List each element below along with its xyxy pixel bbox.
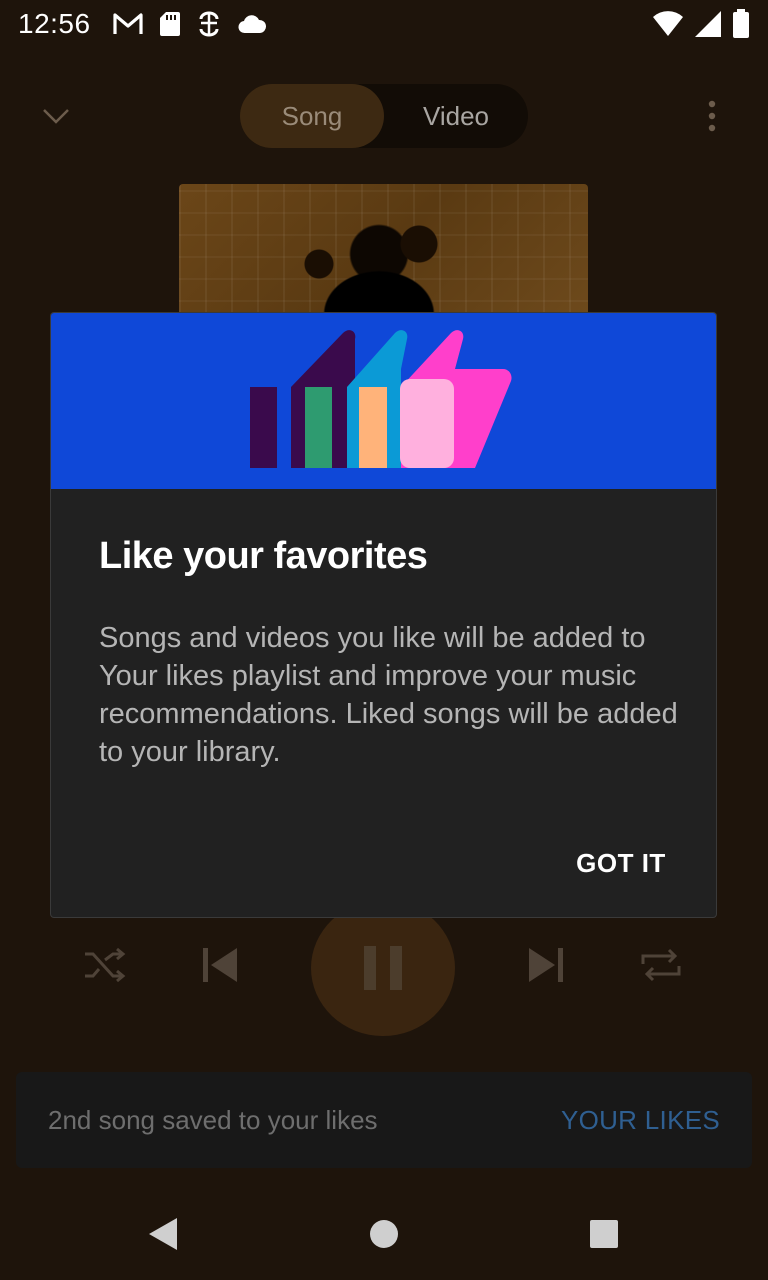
previous-button[interactable] — [196, 940, 242, 990]
repeat-button[interactable] — [636, 940, 686, 990]
home-button[interactable] — [362, 1212, 406, 1256]
more-vert-icon — [708, 100, 716, 132]
battery-icon — [732, 9, 750, 39]
gmail-icon — [112, 12, 143, 36]
recents-button[interactable] — [582, 1212, 626, 1256]
cloud-icon — [237, 13, 267, 35]
album-art — [179, 184, 588, 324]
home-icon — [370, 1220, 398, 1248]
collapse-button[interactable] — [36, 96, 76, 136]
sd-card-icon — [159, 11, 181, 37]
status-icons-left — [112, 10, 267, 38]
tab-song[interactable]: Song — [240, 84, 384, 148]
like-favorites-dialog: Like your favorites Songs and videos you… — [51, 313, 716, 917]
status-time: 12:56 — [18, 8, 91, 39]
shuffle-icon — [85, 947, 126, 983]
thumbs-up-illustration — [250, 330, 512, 468]
song-video-toggle: Song Video — [240, 84, 528, 148]
pause-button[interactable] — [311, 900, 455, 1036]
skip-previous-icon — [203, 948, 237, 982]
snackbar-message: 2nd song saved to your likes — [48, 1104, 378, 1135]
status-bar: 12:56 — [0, 0, 768, 48]
pause-icon — [364, 946, 402, 990]
dialog-banner — [51, 313, 716, 489]
player-controls — [0, 900, 768, 1040]
back-button[interactable] — [140, 1212, 184, 1256]
snackbar: 2nd song saved to your likes YOUR LIKES — [16, 1072, 752, 1168]
repeat-icon — [641, 948, 681, 982]
dialog-body: Songs and videos you like will be added … — [99, 622, 678, 768]
tab-video[interactable]: Video — [384, 84, 528, 148]
dialog-title: Like your favorites — [99, 535, 428, 577]
more-options-button[interactable] — [696, 96, 728, 136]
cell-signal-icon — [694, 10, 722, 38]
chevron-down-icon — [43, 109, 69, 124]
your-likes-button[interactable]: YOUR LIKES — [561, 1105, 720, 1136]
got-it-button[interactable]: GOT IT — [561, 837, 681, 889]
wifi-icon — [652, 11, 684, 37]
recents-icon — [590, 1220, 618, 1248]
status-icons-right — [652, 9, 750, 39]
navigation-bar — [0, 1184, 768, 1280]
back-icon — [149, 1218, 177, 1250]
sync-icon — [197, 10, 221, 38]
skip-next-icon — [529, 948, 563, 982]
shuffle-button[interactable] — [80, 940, 130, 990]
next-button[interactable] — [524, 940, 570, 990]
